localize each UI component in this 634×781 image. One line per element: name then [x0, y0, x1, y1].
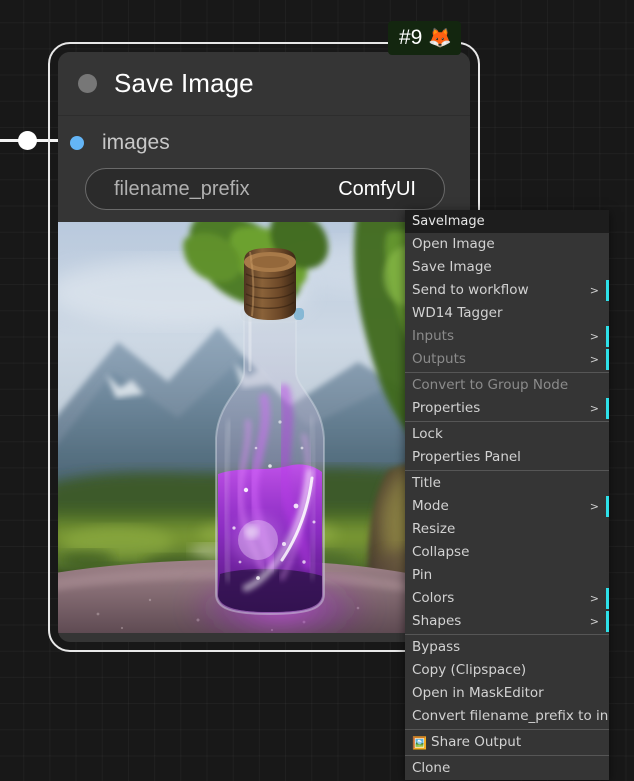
menu-separator	[405, 470, 609, 471]
menu-item-label: Convert filename_prefix to input	[412, 708, 609, 724]
node-id-badge: #9 🦊	[388, 21, 462, 55]
submenu-indicator-bar	[606, 588, 609, 609]
menu-item-shapes[interactable]: Shapes >	[405, 610, 609, 633]
menu-item-clone[interactable]: Clone	[405, 757, 609, 780]
menu-separator	[405, 634, 609, 635]
menu-item-title[interactable]: Title	[405, 472, 609, 495]
menu-item-convert-filename-prefix-to-input[interactable]: Convert filename_prefix to input	[405, 705, 609, 728]
submenu-arrow-icon: >	[589, 500, 599, 513]
menu-item-inputs: Inputs >	[405, 325, 609, 348]
menu-item-send-to-workflow[interactable]: Send to workflow >	[405, 279, 609, 302]
menu-item-label: Outputs	[412, 351, 466, 367]
context-menu-items[interactable]: Open Image Save Image Send to workflow > WD1…	[405, 233, 609, 780]
menu-item-label: Title	[412, 475, 441, 491]
node-context-menu[interactable]: SaveImage Open Image Save Image Send to wo…	[405, 210, 609, 780]
menu-item-label: Lock	[412, 426, 443, 442]
menu-item-bypass[interactable]: Bypass	[405, 636, 609, 659]
submenu-arrow-icon: >	[589, 402, 599, 415]
menu-item-properties[interactable]: Properties >	[405, 397, 609, 420]
menu-item-outputs: Outputs >	[405, 348, 609, 371]
menu-item-label: Properties	[412, 400, 481, 416]
menu-item-label: Shapes	[412, 613, 462, 629]
menu-item-label: Pin	[412, 567, 433, 583]
submenu-indicator-bar	[606, 326, 609, 347]
menu-item-resize[interactable]: Resize	[405, 518, 609, 541]
submenu-arrow-icon: >	[589, 592, 599, 605]
submenu-indicator-bar	[606, 611, 609, 632]
menu-item-copy-clipspace[interactable]: Copy (Clipspace)	[405, 659, 609, 682]
menu-item-pin[interactable]: Pin	[405, 564, 609, 587]
menu-item-label: Copy (Clipspace)	[412, 662, 527, 678]
node-header[interactable]: Save Image	[58, 52, 470, 116]
menu-item-open-image[interactable]: Open Image	[405, 233, 609, 256]
menu-item-label: Inputs	[412, 328, 454, 344]
menu-item-collapse[interactable]: Collapse	[405, 541, 609, 564]
link-reroute-dot[interactable]	[18, 131, 37, 150]
menu-item-label: Save Image	[412, 259, 492, 275]
menu-separator	[405, 421, 609, 422]
menu-item-properties-panel[interactable]: Properties Panel	[405, 446, 609, 469]
submenu-arrow-icon: >	[589, 615, 599, 628]
menu-item-label: WD14 Tagger	[412, 305, 503, 321]
context-menu-title: SaveImage	[405, 210, 609, 233]
menu-item-label: Open Image	[412, 236, 495, 252]
menu-item-lock[interactable]: Lock	[405, 423, 609, 446]
submenu-indicator-bar	[606, 496, 609, 517]
menu-item-save-image[interactable]: Save Image	[405, 256, 609, 279]
menu-item-label: Open in MaskEditor	[412, 685, 544, 701]
menu-separator	[405, 729, 609, 730]
menu-item-label: Share Output	[431, 734, 522, 750]
picture-icon: 🖼️	[412, 736, 427, 750]
menu-item-convert-to-group-node: Convert to Group Node	[405, 374, 609, 397]
submenu-arrow-icon: >	[589, 330, 599, 343]
menu-item-label: Resize	[412, 521, 456, 537]
menu-item-label: Send to workflow	[412, 282, 529, 298]
menu-item-label: Bypass	[412, 639, 461, 655]
menu-item-share-output[interactable]: 🖼️ Share Output	[405, 731, 609, 754]
menu-item-label: Properties Panel	[412, 449, 521, 465]
widget-value[interactable]: ComfyUI	[338, 178, 416, 201]
menu-item-label: Collapse	[412, 544, 470, 560]
node-input-images[interactable]: images	[58, 124, 470, 162]
menu-item-wd14-tagger[interactable]: WD14 Tagger	[405, 302, 609, 325]
menu-item-colors[interactable]: Colors >	[405, 587, 609, 610]
graph-canvas[interactable]: Save Image images filename_prefix ComfyU…	[0, 0, 634, 781]
node-title: Save Image	[114, 68, 254, 98]
submenu-arrow-icon: >	[589, 284, 599, 297]
menu-item-open-in-maskeditor[interactable]: Open in MaskEditor	[405, 682, 609, 705]
fox-icon: 🦊	[428, 26, 453, 49]
widget-label: filename_prefix	[114, 177, 250, 200]
menu-item-label: Colors	[412, 590, 455, 606]
node-id-number: #9	[399, 26, 423, 49]
menu-item-label: Mode	[412, 498, 449, 514]
submenu-indicator-bar	[606, 398, 609, 419]
menu-separator	[405, 372, 609, 373]
input-slot-label: images	[102, 131, 170, 154]
menu-item-mode[interactable]: Mode >	[405, 495, 609, 518]
submenu-arrow-icon: >	[589, 353, 599, 366]
submenu-indicator-bar	[606, 280, 609, 301]
widget-filename-prefix[interactable]: filename_prefix ComfyUI	[85, 168, 445, 210]
menu-item-label: Clone	[412, 760, 451, 776]
circle-icon[interactable]	[78, 74, 97, 93]
submenu-indicator-bar	[606, 349, 609, 370]
menu-separator	[405, 755, 609, 756]
menu-item-label: Convert to Group Node	[412, 377, 569, 393]
input-slot-dot-icon[interactable]	[70, 136, 84, 150]
